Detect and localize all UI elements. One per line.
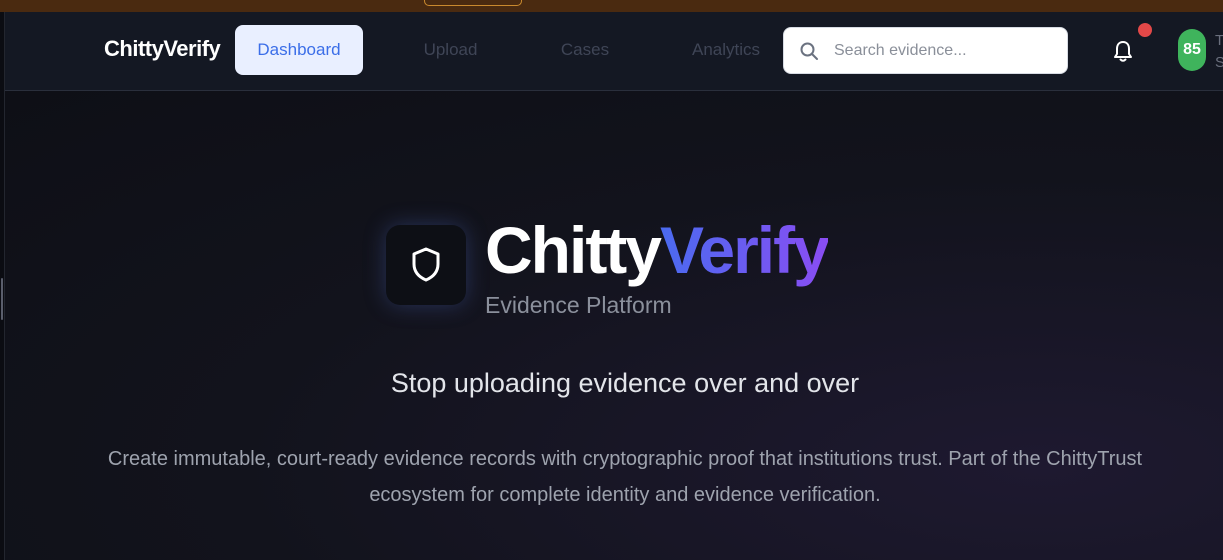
search-box[interactable] <box>783 27 1068 74</box>
hero-subtitle: Evidence Platform <box>485 292 672 318</box>
nav-analytics[interactable]: Analytics <box>675 25 777 75</box>
profile-label: T S <box>1215 32 1223 71</box>
hero-title: ChittyVerify <box>485 213 830 287</box>
hero-logo <box>386 225 466 305</box>
top-banner-pill[interactable] <box>424 0 522 6</box>
hero-title-accent: Verify <box>659 213 830 287</box>
shield-icon <box>412 247 440 282</box>
hero-description: Create immutable, court-ready evidence r… <box>107 448 1143 506</box>
notification-dot <box>1138 23 1152 37</box>
resize-handle[interactable] <box>1 278 3 320</box>
nav-upload[interactable]: Upload <box>403 25 498 75</box>
nav-dashboard[interactable]: Dashboard <box>235 25 363 75</box>
brand-logo-text[interactable]: ChittyVerify <box>104 36 221 62</box>
trust-score-badge[interactable]: 85 <box>1178 29 1206 71</box>
bell-icon[interactable] <box>1112 39 1134 63</box>
search-input[interactable] <box>834 41 1054 60</box>
search-icon <box>800 42 818 60</box>
top-navbar: ChittyVerify Dashboard Upload Cases Anal… <box>5 12 1223 91</box>
hero-tagline: Stop uploading evidence over and over <box>390 368 860 398</box>
hero-section: ChittyVerify Evidence Platform Stop uplo… <box>5 91 1223 560</box>
top-banner-strip <box>0 0 1223 12</box>
hero-title-main: Chitty <box>485 213 662 287</box>
nav-cases[interactable]: Cases <box>545 25 625 75</box>
